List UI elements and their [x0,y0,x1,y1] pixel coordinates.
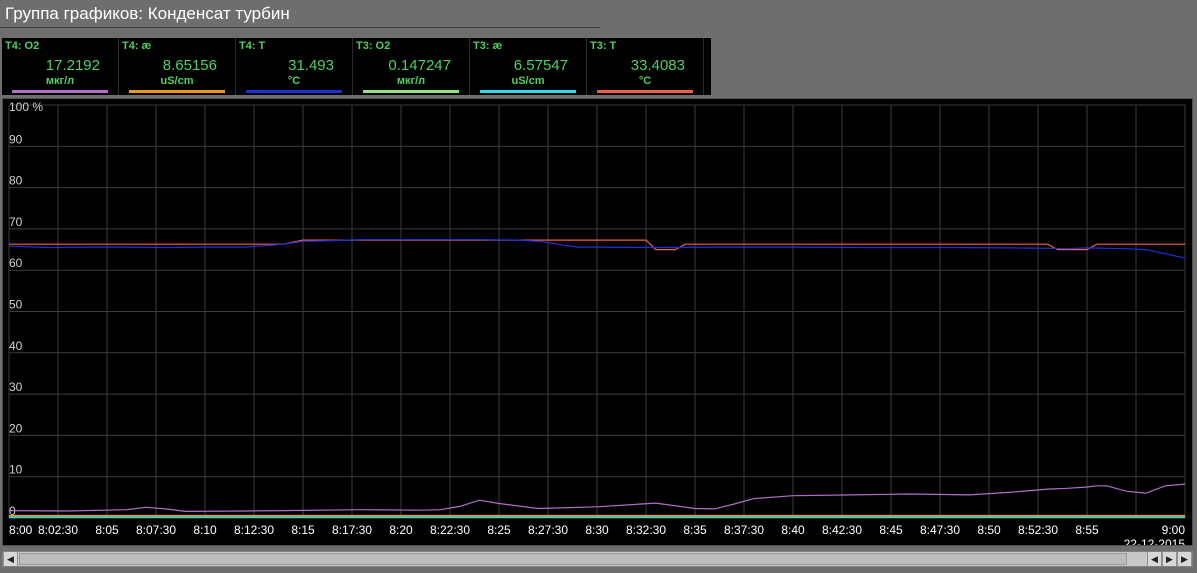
window-title: Группа графиков: Конденсат турбин [0,0,600,28]
y-tick-label: 90 [9,132,23,146]
legend-panel: T4: O2 17.2192 мкг/л T4: æ 8.65156 uS/cm T4: T… [2,38,711,95]
time-scrollbar[interactable]: ◀ ◀ ▶ ▶ [2,551,1193,567]
x-tick-label: 8:30 [585,523,609,537]
legend-item-name: T3: T [590,40,617,52]
x-tick-label: 8:52:30 [1018,523,1058,537]
x-tick-label: 9:00 [1162,523,1186,537]
legend-item-value: 33.4083 [630,57,685,74]
chart-canvas[interactable]: 100 %90807060504030201008:00 8:02:30 8:05 8… [3,99,1192,545]
legend-color-swatch [363,90,459,93]
x-tick-label: 8:55 [1075,523,1099,537]
date-label: 22-12-2015 [1124,537,1186,545]
legend-color-swatch [480,90,576,93]
x-tick-label: 8:45 [879,523,903,537]
y-tick-label: 20 [9,421,23,435]
x-tick-label: 8:35 [683,523,707,537]
x-tick-label: 8:02:30 [38,523,78,537]
y-tick-label: 60 [9,256,23,270]
x-tick-label: 8:17:30 [332,523,372,537]
y-tick-label: 40 [9,339,23,353]
x-tick-label: 8:27:30 [528,523,568,537]
legend-item-name: T3: O2 [356,40,391,52]
legend-item-name: T4: T [239,40,266,52]
legend-item[interactable]: T4: æ 8.65156 uS/cm [119,38,236,95]
legend-item-value: 31.493 [288,57,334,74]
x-tick-label: 8:32:30 [626,523,666,537]
y-tick-label: 70 [9,215,23,229]
legend-item-name: T4: æ [122,40,152,52]
legend-item-value: 0.147247 [388,57,451,74]
y-axis-unit-label: 100 % [9,100,43,114]
legend-color-swatch [12,90,108,93]
x-tick-label: 8:50 [977,523,1001,537]
legend-item-name: T3: æ [473,40,503,52]
legend-color-swatch [129,90,225,93]
legend-item-unit: uS/cm [511,75,545,87]
x-tick-label: 8:20 [389,523,413,537]
legend-item[interactable]: T4: O2 17.2192 мкг/л [2,38,119,95]
x-tick-label: 8:47:30 [920,523,960,537]
x-tick-label: 8:10 [193,523,217,537]
scroll-left-end-button[interactable]: ◀ [1147,552,1162,566]
legend-item[interactable]: T3: T 33.4083 °C [587,38,704,95]
x-tick-label: 8:00 [9,523,33,537]
y-tick-label: 10 [9,463,23,477]
legend-color-swatch [246,90,342,93]
scroll-right-end-button[interactable]: ▶ [1177,552,1192,566]
legend-item-name: T4: O2 [5,40,40,52]
x-tick-label: 8:15 [291,523,315,537]
x-tick-label: 8:37:30 [724,523,764,537]
x-tick-label: 8:42:30 [822,523,862,537]
x-tick-label: 8:12:30 [234,523,274,537]
x-tick-label: 8:05 [95,523,119,537]
legend-item-unit: °C [638,75,652,87]
legend-item-value: 6.57547 [513,57,568,74]
legend-item-unit: °C [287,75,301,87]
legend-item-unit: мкг/л [45,75,75,87]
legend-item[interactable]: T3: æ 6.57547 uS/cm [470,38,587,95]
legend-item-unit: uS/cm [160,75,194,87]
legend-item-unit: мкг/л [396,75,426,87]
legend-item[interactable]: T3: O2 0.147247 мкг/л [353,38,470,95]
legend-item-value: 8.65156 [162,57,217,74]
scroll-right-button[interactable]: ▶ [1162,552,1177,566]
x-tick-label: 8:40 [781,523,805,537]
scroll-left-button[interactable]: ◀ [3,552,18,566]
scroll-thumb[interactable] [19,553,1127,565]
legend-color-swatch [597,90,693,93]
legend-item[interactable]: T4: T 31.493 °C [236,38,353,95]
x-tick-label: 8:22:30 [430,523,470,537]
y-tick-label: 50 [9,298,23,312]
x-tick-label: 8:07:30 [136,523,176,537]
legend-item-value: 17.2192 [45,57,100,74]
x-tick-label: 8:25 [487,523,511,537]
trend-chart[interactable]: 100 % 90 80 70 60 50 40 30 20 10 0 8:00 8:02:30 8:05 8… [2,98,1193,546]
y-tick-label: 80 [9,174,23,188]
y-tick-label: 30 [9,380,23,394]
